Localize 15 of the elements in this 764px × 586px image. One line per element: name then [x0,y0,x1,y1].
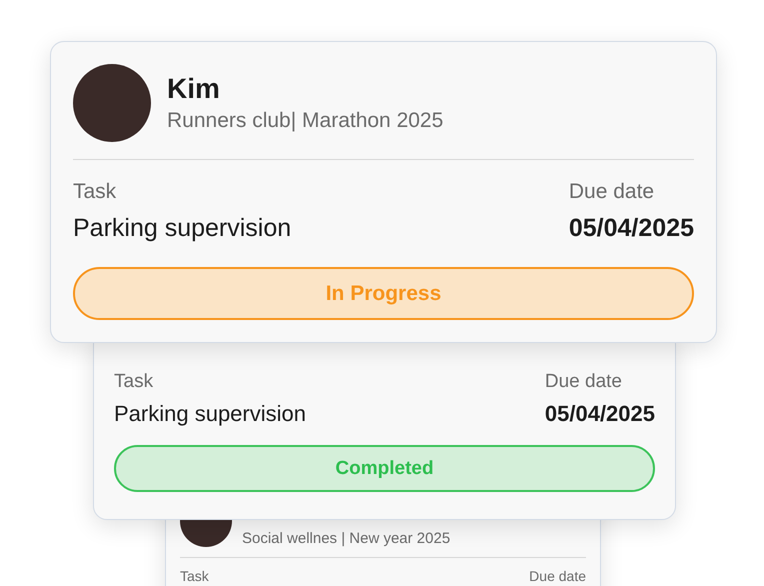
due-date-label: Due date [544,371,622,393]
group-event-text: Runners club| Marathon 2025 [167,109,444,133]
due-date-value: 05/04/2025 [544,401,655,427]
task-label: Task [73,180,118,204]
task-label: Task [180,568,210,584]
due-date-value: 05/04/2025 [568,214,694,243]
status-pill: Completed [114,445,655,492]
group-event-text: Social wellnes | New year 2025 [242,530,450,547]
user-name: Kim [167,73,221,105]
task-name: Parking supervision [114,401,307,427]
task-label: Task [114,371,154,393]
task-name: Parking supervision [73,214,292,243]
status-pill: In Progress [73,267,694,320]
due-date-label: Due date [568,180,654,204]
due-date-label: Due date [529,568,586,584]
